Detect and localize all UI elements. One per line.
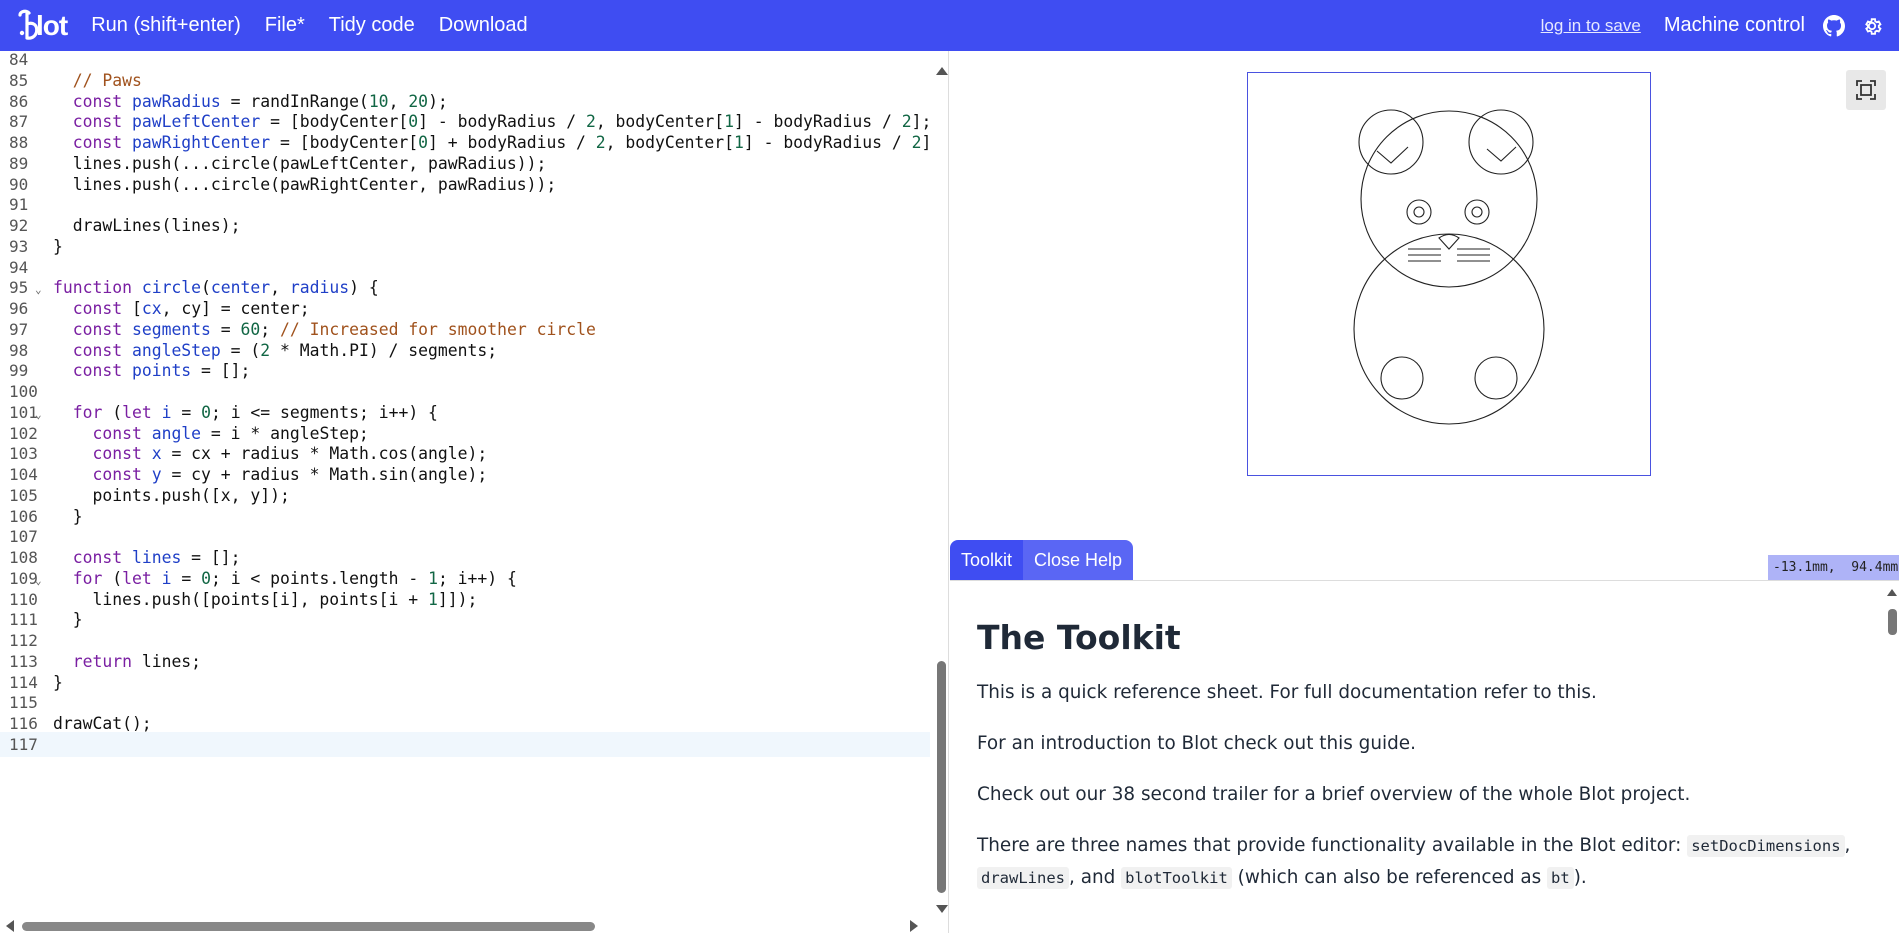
- help-scrollbar[interactable]: [1885, 581, 1899, 933]
- editor-horizontal-scrollbar[interactable]: [0, 916, 933, 933]
- help-tabs: Toolkit Close Help: [950, 540, 1134, 580]
- github-icon[interactable]: [1823, 14, 1845, 37]
- help-text: ).: [1573, 867, 1587, 888]
- tidy-code-button[interactable]: Tidy code: [329, 14, 415, 37]
- machine-control-button[interactable]: Machine control: [1664, 14, 1805, 37]
- close-help-button[interactable]: Close Help: [1023, 540, 1134, 580]
- code-blotToolkit: blotToolkit: [1121, 867, 1232, 889]
- scroll-down-arrow[interactable]: [936, 905, 948, 913]
- drawing-viewer[interactable]: [950, 51, 1899, 540]
- code-setDocDimensions: setDocDimensions: [1687, 835, 1845, 857]
- blot-logo[interactable]: lot: [14, 0, 68, 51]
- help-title: The Toolkit: [977, 618, 1181, 657]
- help-paragraph: Check out our 38 second trailer for a br…: [977, 784, 1691, 805]
- help-text: (which can also be referenced as: [1231, 867, 1548, 888]
- scroll-thumb[interactable]: [937, 661, 946, 893]
- gear-icon[interactable]: [1861, 15, 1883, 37]
- help-paragraph: This is a quick reference sheet. For ful…: [977, 682, 1597, 703]
- logo-text: lot: [36, 9, 68, 41]
- code-drawLines: drawLines: [977, 867, 1069, 889]
- help-paragraph: For an introduction to Blot check out th…: [977, 733, 1416, 754]
- code-bt: bt: [1547, 867, 1574, 889]
- tab-toolkit[interactable]: Toolkit: [950, 540, 1024, 580]
- help-text: ,: [1844, 835, 1851, 856]
- scroll-left-arrow[interactable]: [6, 920, 14, 932]
- cat-drawing: [1353, 109, 1545, 425]
- help-scroll-up-arrow[interactable]: [1887, 589, 1897, 596]
- help-panel[interactable]: The Toolkit This is a quick reference sh…: [950, 581, 1885, 933]
- top-bar: lot Run (shift+enter) File* Tidy code Do…: [0, 0, 1899, 51]
- right-nav: log in to save Machine control: [1541, 0, 1899, 51]
- login-link[interactable]: log in to save: [1541, 16, 1641, 36]
- help-text: , and: [1069, 867, 1122, 888]
- document-canvas[interactable]: [1247, 72, 1651, 476]
- run-button[interactable]: Run (shift+enter): [91, 14, 241, 37]
- scroll-right-arrow[interactable]: [910, 920, 918, 932]
- editor-vertical-scrollbar[interactable]: [933, 61, 948, 913]
- scroll-thumb-horizontal[interactable]: [22, 922, 595, 931]
- file-menu[interactable]: File*: [265, 14, 305, 37]
- fit-screen-icon[interactable]: [1846, 70, 1886, 110]
- help-paragraph-names: There are three names that provide funct…: [977, 830, 1867, 894]
- scroll-up-arrow[interactable]: [936, 67, 948, 75]
- code-editor[interactable]: 84 85 // Paws 86 const pawRadius = randInR…: [0, 51, 949, 933]
- line-number: 117: [9, 734, 38, 754]
- cursor-coordinates: -13.1mm, 94.4mm: [1768, 555, 1899, 580]
- download-button[interactable]: Download: [439, 14, 528, 37]
- code-line[interactable]: 117: [0, 731, 930, 757]
- help-scroll-thumb[interactable]: [1888, 609, 1897, 635]
- help-text: There are three names that provide funct…: [977, 835, 1688, 856]
